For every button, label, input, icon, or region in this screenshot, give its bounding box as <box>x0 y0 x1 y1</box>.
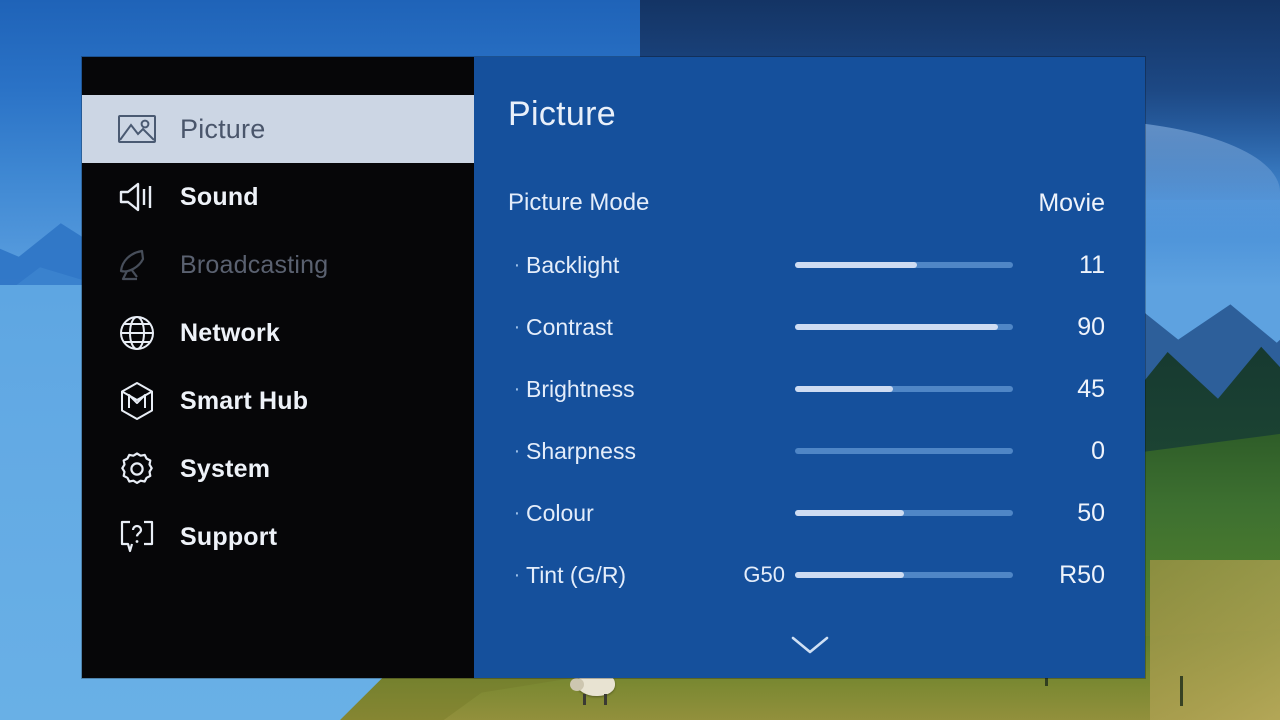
bullet-icon: · <box>513 564 521 586</box>
slider-colour[interactable] <box>795 510 1013 516</box>
sidebar-item-label: Network <box>180 318 281 347</box>
bullet-icon: · <box>513 378 521 400</box>
setting-label: Picture Mode <box>508 189 650 216</box>
fence-post <box>1180 676 1183 706</box>
setting-value: Movie <box>1038 188 1105 217</box>
sidebar-item-label: Support <box>180 522 278 551</box>
sidebar-item-label: System <box>180 454 271 483</box>
setting-row-picture-mode[interactable]: Picture Mode Movie <box>508 172 1105 234</box>
speaker-icon <box>106 180 168 214</box>
setting-label: Backlight <box>526 251 620 278</box>
picture-icon <box>106 113 168 145</box>
setting-row-sharpness[interactable]: · Sharpness 0 <box>508 420 1105 482</box>
setting-value: 0 <box>1091 436 1105 465</box>
help-bracket-icon <box>106 518 168 556</box>
slider-fill <box>795 324 998 330</box>
sidebar-item-label: Sound <box>180 182 259 211</box>
setting-value: 90 <box>1077 312 1105 341</box>
slider-fill <box>795 386 894 392</box>
setting-label: Colour <box>526 499 594 526</box>
gear-icon <box>106 450 168 488</box>
slider-fill <box>795 262 918 268</box>
setting-label: Tint (G/R) <box>526 561 627 588</box>
sheep-leg <box>604 694 607 705</box>
tv-screen: Picture Sound Broadcasting Network Smart… <box>0 0 1280 720</box>
slider-fill <box>795 572 904 578</box>
setting-label: Brightness <box>526 375 635 402</box>
tint-green-label: G50 <box>743 562 785 587</box>
satellite-dish-icon <box>106 247 168 283</box>
setting-row-tint[interactable]: · Tint (G/R) G50 R50 <box>508 544 1105 606</box>
sidebar-item-support[interactable]: Support <box>82 503 474 571</box>
sidebar-item-label: Smart Hub <box>180 386 309 415</box>
smart-hub-icon <box>106 381 168 421</box>
bullet-icon: · <box>513 502 521 524</box>
setting-row-backlight[interactable]: · Backlight 11 <box>508 234 1105 296</box>
slider-sharpness[interactable] <box>795 448 1013 454</box>
scroll-down-button[interactable] <box>474 633 1145 662</box>
sidebar-item-label: Picture <box>180 113 266 144</box>
setting-row-brightness[interactable]: · Brightness 45 <box>508 358 1105 420</box>
settings-panel: Picture Sound Broadcasting Network Smart… <box>82 57 1145 678</box>
slider-backlight[interactable] <box>795 262 1013 268</box>
bullet-icon: · <box>513 316 521 338</box>
slider-fill <box>795 510 904 516</box>
setting-row-contrast[interactable]: · Contrast 90 <box>508 296 1105 358</box>
setting-value: 45 <box>1077 374 1105 403</box>
sidebar-item-network[interactable]: Network <box>82 299 474 367</box>
slider-contrast[interactable] <box>795 324 1013 330</box>
setting-value: 11 <box>1079 250 1105 279</box>
globe-icon <box>106 314 168 352</box>
bullet-icon: · <box>513 254 521 276</box>
picture-settings-content: Picture Picture Mode Movie · Backlight 1… <box>474 57 1145 678</box>
sheep-leg <box>583 694 586 705</box>
sidebar-item-smart-hub[interactable]: Smart Hub <box>82 367 474 435</box>
slider-tint[interactable] <box>795 572 1013 578</box>
dry-grass-patch <box>1150 560 1280 720</box>
setting-row-colour[interactable]: · Colour 50 <box>508 482 1105 544</box>
slider-brightness[interactable] <box>795 386 1013 392</box>
sheep-head <box>570 678 584 691</box>
sidebar-item-broadcasting[interactable]: Broadcasting <box>82 231 474 299</box>
setting-label: Sharpness <box>526 437 636 464</box>
settings-sidebar: Picture Sound Broadcasting Network Smart… <box>82 57 474 678</box>
chevron-down-icon <box>788 633 832 662</box>
sidebar-item-label: Broadcasting <box>180 250 329 279</box>
setting-value: 50 <box>1077 498 1105 527</box>
page-title: Picture <box>508 95 616 133</box>
setting-label: Contrast <box>526 313 613 340</box>
sidebar-item-system[interactable]: System <box>82 435 474 503</box>
bullet-icon: · <box>513 440 521 462</box>
sidebar-item-sound[interactable]: Sound <box>82 163 474 231</box>
sidebar-item-picture[interactable]: Picture <box>82 95 474 163</box>
tint-red-label: R50 <box>1059 560 1105 589</box>
